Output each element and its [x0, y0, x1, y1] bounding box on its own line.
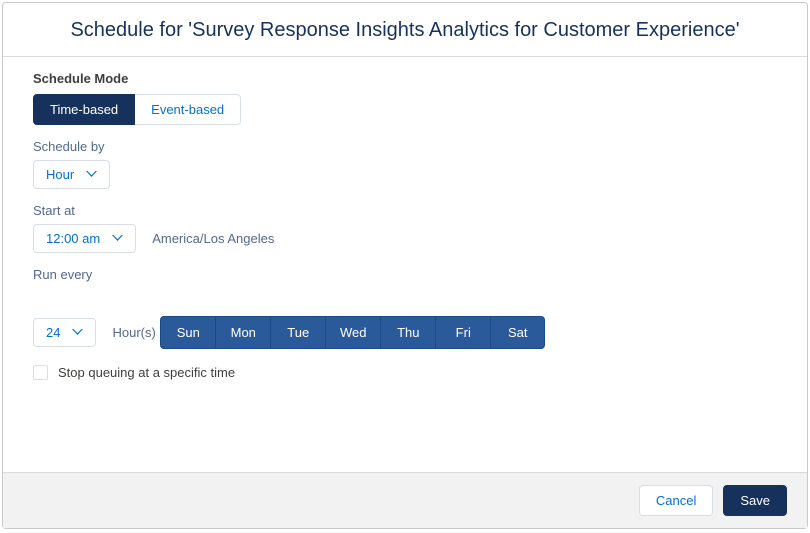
schedule-by-select[interactable]: Hour — [33, 160, 110, 189]
run-every-label: Run every — [33, 267, 777, 282]
day-sat[interactable]: Sat — [490, 316, 545, 349]
start-at-select[interactable]: 12:00 am — [33, 224, 136, 253]
day-fri[interactable]: Fri — [435, 316, 490, 349]
stop-queue-row: Stop queuing at a specific time — [33, 365, 777, 380]
chevron-down-icon — [112, 235, 123, 242]
day-sun[interactable]: Sun — [160, 316, 215, 349]
modal-footer: Cancel Save — [3, 472, 807, 528]
schedule-modal: Schedule for 'Survey Response Insights A… — [2, 2, 808, 529]
run-every-select[interactable]: 24 — [33, 318, 96, 347]
days-group: Sun Mon Tue Wed Thu Fri Sat — [160, 316, 545, 349]
day-thu[interactable]: Thu — [380, 316, 435, 349]
run-every-unit: Hour(s) — [112, 325, 155, 340]
schedule-by-label: Schedule by — [33, 139, 777, 154]
schedule-by-value: Hour — [46, 167, 74, 182]
modal-header: Schedule for 'Survey Response Insights A… — [3, 3, 807, 57]
chevron-down-icon — [72, 329, 83, 336]
day-tue[interactable]: Tue — [270, 316, 325, 349]
stop-queue-checkbox[interactable] — [33, 365, 48, 380]
modal-title: Schedule for 'Survey Response Insights A… — [27, 19, 783, 42]
run-every-value: 24 — [46, 325, 60, 340]
chevron-down-icon — [86, 171, 97, 178]
schedule-mode-label: Schedule Mode — [33, 71, 777, 86]
event-based-button[interactable]: Event-based — [135, 94, 241, 125]
start-at-value: 12:00 am — [46, 231, 100, 246]
save-button[interactable]: Save — [723, 485, 787, 516]
day-mon[interactable]: Mon — [215, 316, 270, 349]
timezone-text: America/Los Angeles — [152, 231, 274, 246]
day-wed[interactable]: Wed — [325, 316, 380, 349]
time-based-button[interactable]: Time-based — [33, 94, 135, 125]
stop-queue-label: Stop queuing at a specific time — [58, 365, 235, 380]
start-at-label: Start at — [33, 203, 777, 218]
cancel-button[interactable]: Cancel — [639, 485, 713, 516]
schedule-mode-group: Time-based Event-based — [33, 94, 241, 125]
modal-body: Schedule Mode Time-based Event-based Sch… — [3, 57, 807, 472]
